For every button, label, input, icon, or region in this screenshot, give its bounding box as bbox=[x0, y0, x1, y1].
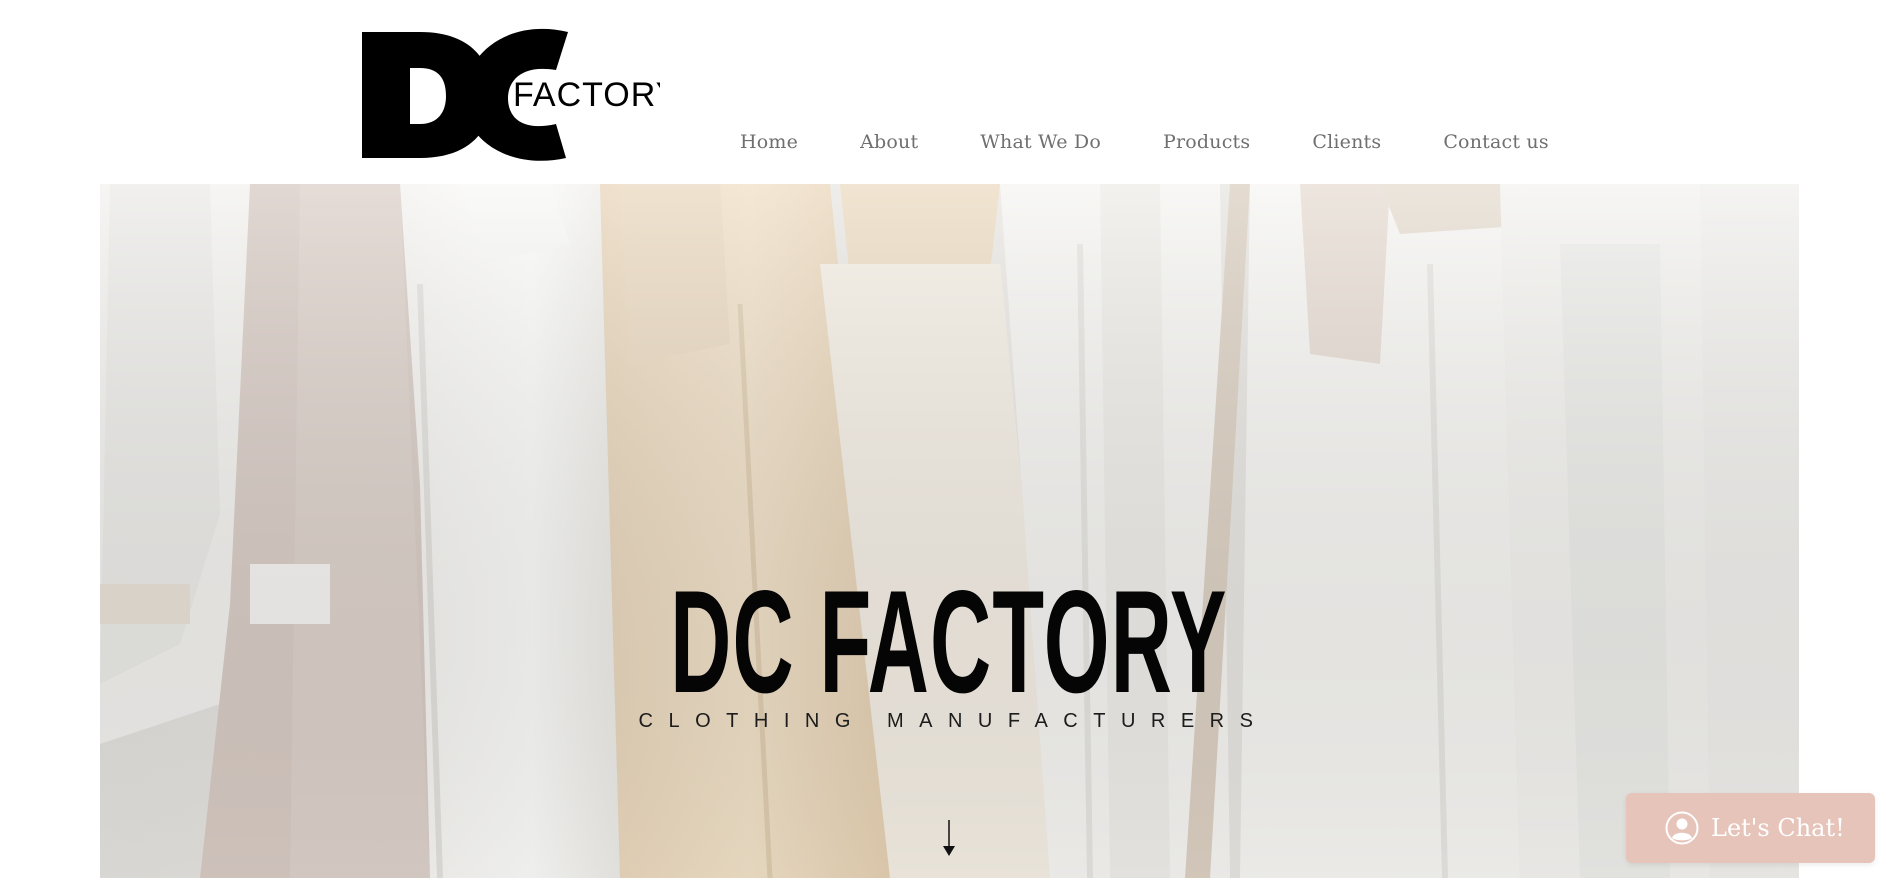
dc-factory-logo[interactable]: FACTORY bbox=[360, 24, 660, 164]
lets-chat-button[interactable]: Let's Chat! bbox=[1626, 793, 1875, 863]
nav-about[interactable]: About bbox=[860, 131, 918, 153]
arrow-down-icon[interactable] bbox=[939, 818, 959, 858]
nav-contact-us[interactable]: Contact us bbox=[1443, 131, 1548, 153]
hero-background-image bbox=[100, 184, 1799, 878]
site-header: FACTORY Home About What We Do Products C… bbox=[0, 0, 1896, 184]
hero-title: DC FACTORY bbox=[670, 560, 1228, 723]
nav-what-we-do[interactable]: What We Do bbox=[980, 131, 1101, 153]
chat-label: Let's Chat! bbox=[1711, 814, 1845, 842]
logo-wordmark: FACTORY bbox=[513, 76, 660, 114]
main-nav: Home About What We Do Products Clients C… bbox=[740, 124, 1549, 160]
user-avatar-icon bbox=[1665, 811, 1699, 845]
hero-subtitle: CLOTHING MANUFACTURERS bbox=[638, 710, 1269, 732]
nav-clients[interactable]: Clients bbox=[1312, 131, 1381, 153]
hero-section: DC FACTORY CLOTHING MANUFACTURERS bbox=[100, 184, 1799, 878]
nav-products[interactable]: Products bbox=[1163, 131, 1250, 153]
nav-home[interactable]: Home bbox=[740, 131, 798, 153]
